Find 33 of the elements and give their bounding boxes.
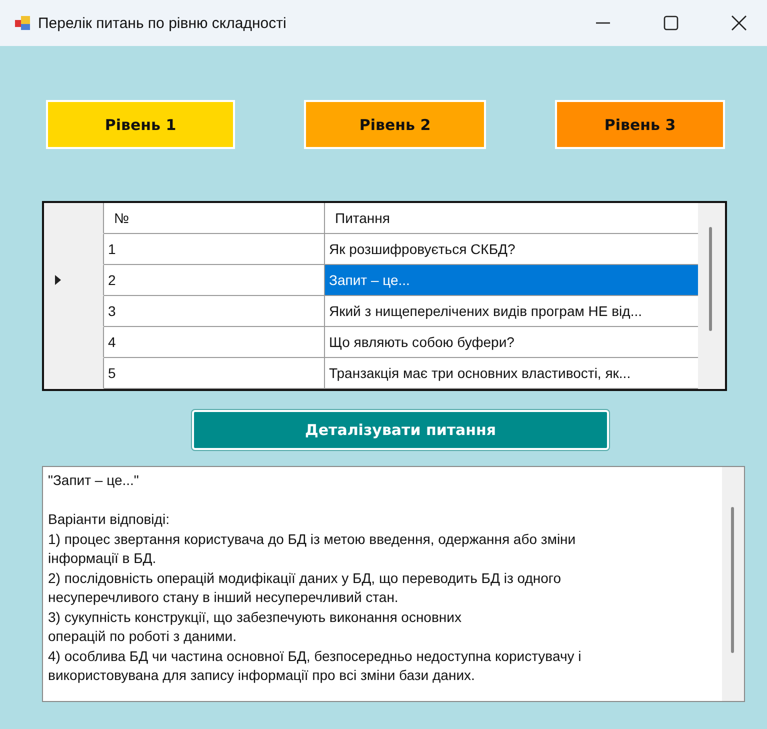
- text-line: 3) сукупність конструкції, що забезпечують виконання основних: [48, 608, 462, 627]
- level-button[interactable]: Рівень 2: [304, 100, 486, 149]
- table-cell: 1: [104, 234, 325, 265]
- column-header[interactable]: Питання: [325, 203, 698, 234]
- current-row-icon: [54, 274, 62, 286]
- window-title: Перелік питань по рівню складності: [38, 14, 286, 32]
- details-text-box[interactable]: [42, 466, 745, 702]
- table-cell: Запит – це...: [325, 265, 698, 296]
- text-line: 4) особлива БД чи частина основної БД, безпосередньо недоступна користувачу і: [48, 646, 582, 666]
- table-cell: Транзакція має три основних властивості, як...: [325, 358, 698, 389]
- table-cell: 3: [104, 296, 325, 327]
- level-button[interactable]: Рівень 1: [46, 100, 235, 149]
- app-icon: [14, 14, 32, 32]
- close-icon[interactable]: [731, 15, 747, 31]
- text-line: несуперечливого стану в інший несуперечливий стан.: [48, 588, 400, 607]
- table-cell: Як розшифровується СКБД?: [325, 234, 698, 265]
- text-line: використовувана для запису інформації про всі зміни бази даних.: [48, 666, 476, 685]
- text-line: Варіанти відповіді:: [48, 510, 170, 529]
- level-button[interactable]: Рівень 3: [555, 100, 725, 149]
- detail-button[interactable]: Деталізувати питання: [192, 410, 609, 450]
- table-cell: Який з нищеперелічених видів програм НЕ від...: [325, 296, 698, 327]
- text-line: "Запит – це...": [48, 471, 140, 490]
- table-cell: 5: [104, 358, 325, 389]
- maximize-icon[interactable]: [663, 15, 679, 31]
- text-line: операцій по роботі з даними.: [48, 627, 238, 646]
- table-cell: 4: [104, 327, 325, 358]
- text-line: інформації в БД.: [48, 549, 158, 568]
- text-line: 2) послідовність операцій модифікації даних у БД, що переводить БД із одного: [48, 568, 562, 588]
- table-cell: Що являють собою буфери?: [325, 327, 698, 358]
- text-line: 1) процес звертання користувача до БД із метою введення, одержання або зміни: [48, 530, 577, 549]
- table-cell: 2: [104, 265, 325, 296]
- column-header[interactable]: №: [104, 203, 325, 234]
- scrollbar[interactable]: [722, 467, 744, 701]
